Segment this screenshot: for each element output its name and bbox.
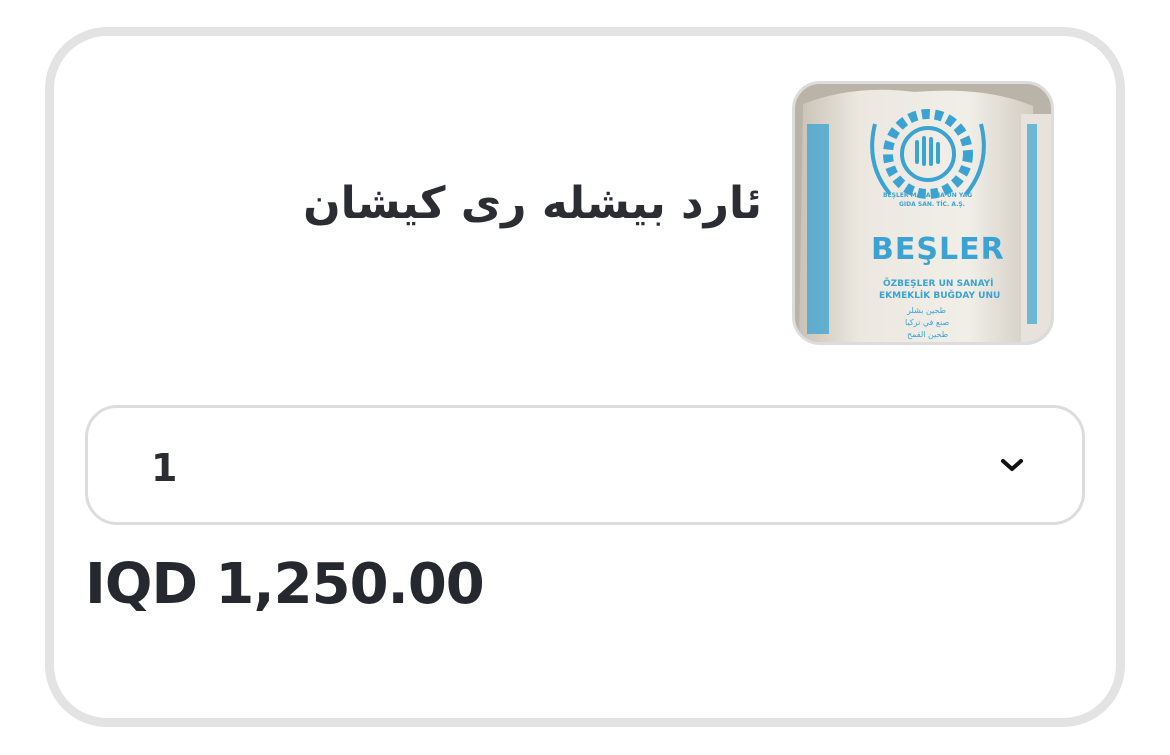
bag-subtitle-2: EKMEKLİK BUĞDAY UNU xyxy=(879,291,1001,301)
chevron-down-icon xyxy=(1001,459,1023,471)
quantity-value: 1 xyxy=(151,446,178,490)
bag-arabic-3: طحين القمح xyxy=(907,330,949,339)
quantity-select[interactable]: 1 xyxy=(85,405,1085,525)
product-image[interactable]: BEŞLER BEŞLER MAKARNA UN YAĞ GIDA SAN. T… xyxy=(792,81,1054,345)
product-name: ئارد بیشلە ری کیشان xyxy=(303,178,762,229)
bag-company-text-2: GIDA SAN. TİC. A.Ş. xyxy=(899,201,965,208)
bag-arabic-2: صنع في تركيا xyxy=(905,318,950,327)
bag-company-text-1: BEŞLER MAKARNA UN YAĞ xyxy=(883,192,973,199)
bag-arabic-1: طحين بشلر xyxy=(907,306,947,315)
bag-brand-text: BEŞLER xyxy=(871,232,1005,267)
bag-subtitle-1: ÖZBEŞLER UN SANAYİ xyxy=(883,279,994,289)
product-price: IQD 1,250.00 xyxy=(85,552,485,617)
